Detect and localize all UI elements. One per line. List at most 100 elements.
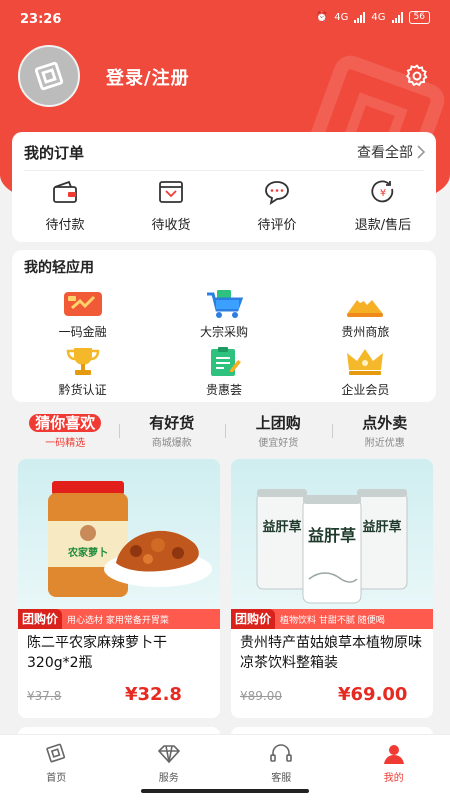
order-pending-payment[interactable]: 待付款	[20, 179, 110, 233]
tab-title: 上团购	[255, 414, 301, 432]
can-text: 益肝草	[262, 519, 301, 535]
product-card[interactable]: 益肝草 益肝草 益肝草 团购价 植物饮料 甘甜不腻 随便喝 贵州特产苗姑娘草本植…	[231, 459, 433, 718]
chat-icon	[265, 181, 289, 205]
login-register-link[interactable]: 登录/注册	[106, 64, 190, 90]
user-icon	[383, 745, 404, 764]
nav-label: 服务	[158, 773, 179, 784]
settings-gear-icon[interactable]	[404, 63, 430, 89]
product-image: 农家萝卜	[18, 459, 220, 609]
promo-slogan: 用心选材 家用常备开胃菜	[67, 615, 169, 626]
avatar[interactable]	[18, 45, 80, 107]
app-guihuihui[interactable]: 贵惠荟	[153, 346, 294, 398]
alarm-icon: ⏰	[315, 12, 329, 23]
apps-title: 我的轻应用	[24, 260, 94, 276]
gesture-home-bar[interactable]	[141, 789, 309, 793]
headset-icon	[270, 744, 293, 762]
product-card[interactable]: 农家萝卜 团购价 用心选材 家用常备开胃菜 陈二平农家麻辣萝卜干320g*2瓶 …	[18, 459, 220, 718]
tab-guess-you-like[interactable]: 猜你喜欢 一码精选	[12, 414, 119, 450]
view-all-label: 查看全部	[357, 145, 413, 161]
promo-banner: 团购价 用心选材 家用常备开胃菜	[18, 609, 220, 629]
product-name: 陈二平农家麻辣萝卜干320g*2瓶	[27, 635, 167, 671]
signal-icon	[391, 12, 403, 23]
order-refund-aftersale[interactable]: ¥ 退款/售后	[338, 179, 428, 233]
app-label: 黔货认证	[58, 383, 107, 397]
tab-good-products[interactable]: 有好货 商城爆款	[118, 414, 226, 450]
tab-title: 猜你喜欢	[29, 414, 102, 432]
order-item-label: 待评价	[257, 218, 297, 233]
status-bar: 23:26 ⏰ 4G 4G 56	[0, 0, 450, 38]
app-label: 贵州商旅	[341, 325, 390, 339]
wallet-icon	[53, 180, 77, 203]
chevron-right-icon	[417, 145, 426, 159]
nav-mine[interactable]: 我的	[338, 735, 450, 800]
diamond-icon	[157, 745, 180, 764]
sale-price: ¥32.8	[125, 684, 182, 705]
promo-banner: 团购价 植物饮料 甘甜不腻 随便喝	[231, 609, 433, 629]
app-label: 一码金融	[58, 325, 107, 339]
refund-icon: ¥	[371, 180, 394, 203]
product-image: 益肝草 益肝草 益肝草	[231, 459, 433, 609]
network-type-2: 4G	[371, 12, 386, 23]
promo-slogan: 植物饮料 甘甜不腻 随便喝	[280, 615, 385, 626]
nav-label: 我的	[383, 773, 404, 784]
crown-icon	[347, 349, 384, 375]
mountain-icon	[347, 296, 384, 317]
app-finance[interactable]: 一码金融	[12, 288, 153, 340]
app-product-certification[interactable]: 黔货认证	[12, 346, 153, 398]
orders-card: 我的订单 查看全部 待付款 待收货 待评价 ¥ 退款/售后	[12, 132, 436, 242]
trophy-icon	[66, 348, 99, 375]
app-label: 贵惠荟	[205, 383, 242, 397]
tab-subtitle: 一码精选	[45, 438, 86, 449]
orders-header: 我的订单 查看全部	[24, 142, 426, 162]
nav-label: 客服	[271, 773, 292, 784]
nav-home[interactable]: 首页	[0, 735, 113, 800]
original-price: ¥89.00	[240, 689, 282, 703]
app-label: 大宗采购	[199, 325, 248, 339]
apps-grid: 一码金融 大宗采购 贵州商旅 黔货认证 贵惠荟 企业会员	[12, 288, 436, 398]
order-item-label: 待收货	[151, 218, 191, 233]
inbox-icon	[159, 181, 183, 203]
pickled-radish-jar-image: 农家萝卜	[48, 481, 212, 597]
app-logo-icon	[34, 61, 64, 91]
product-name: 贵州特产苗姑娘草本植物原味凉茶饮料整箱装	[240, 635, 422, 671]
can-text: 益肝草	[308, 526, 356, 545]
network-type-1: 4G	[334, 12, 349, 23]
order-item-label: 待付款	[45, 218, 85, 233]
clipboard-icon	[210, 347, 241, 376]
tab-title: 点外卖	[362, 414, 408, 432]
original-price: ¥37.8	[27, 689, 62, 703]
app-guizhou-travel[interactable]: 贵州商旅	[295, 288, 436, 340]
tab-subtitle: 附近优惠	[364, 438, 405, 449]
orders-title: 我的订单	[24, 143, 85, 162]
status-time: 23:26	[20, 12, 62, 27]
view-all-orders-link[interactable]: 查看全部	[357, 142, 426, 162]
app-label: 企业会员	[341, 383, 390, 397]
battery-icon: 56	[408, 11, 430, 24]
sale-price: ¥69.00	[338, 684, 408, 705]
cart-icon	[206, 290, 244, 318]
tab-subtitle: 便宜好货	[258, 438, 299, 449]
light-apps-card: 我的轻应用 一码金融 大宗采购 贵州商旅 黔货认证 贵惠荟 企业会员	[12, 250, 436, 402]
group-price-tag: 团购价	[231, 609, 276, 629]
order-pending-review[interactable]: 待评价	[232, 179, 322, 233]
status-icons: ⏰ 4G 4G 56	[316, 11, 430, 24]
signal-icon	[354, 12, 366, 23]
tab-subtitle: 商城爆款	[151, 438, 192, 449]
order-item-label: 退款/售后	[354, 218, 412, 233]
finance-icon	[63, 292, 102, 316]
can-text: 益肝草	[362, 519, 401, 535]
feed-tabs: 猜你喜欢 一码精选 有好货 商城爆款 上团购 便宜好货 点外卖 附近优惠	[12, 414, 438, 450]
divider	[24, 170, 424, 171]
tab-group-buy[interactable]: 上团购 便宜好货	[225, 414, 332, 450]
order-status-list: 待付款 待收货 待评价 ¥ 退款/售后	[12, 179, 436, 233]
app-bulk-purchase[interactable]: 大宗采购	[153, 288, 294, 340]
tab-title: 有好货	[149, 414, 195, 432]
group-price-tag: 团购价	[18, 609, 63, 629]
svg-text:¥: ¥	[380, 188, 386, 199]
tab-takeout[interactable]: 点外卖 附近优惠	[331, 414, 439, 450]
app-enterprise-member[interactable]: 企业会员	[295, 346, 436, 398]
jar-label: 农家萝卜	[67, 546, 108, 559]
home-icon	[46, 743, 66, 763]
order-pending-receipt[interactable]: 待收货	[126, 179, 216, 233]
herbal-tea-cans-image: 益肝草 益肝草 益肝草	[256, 489, 408, 604]
